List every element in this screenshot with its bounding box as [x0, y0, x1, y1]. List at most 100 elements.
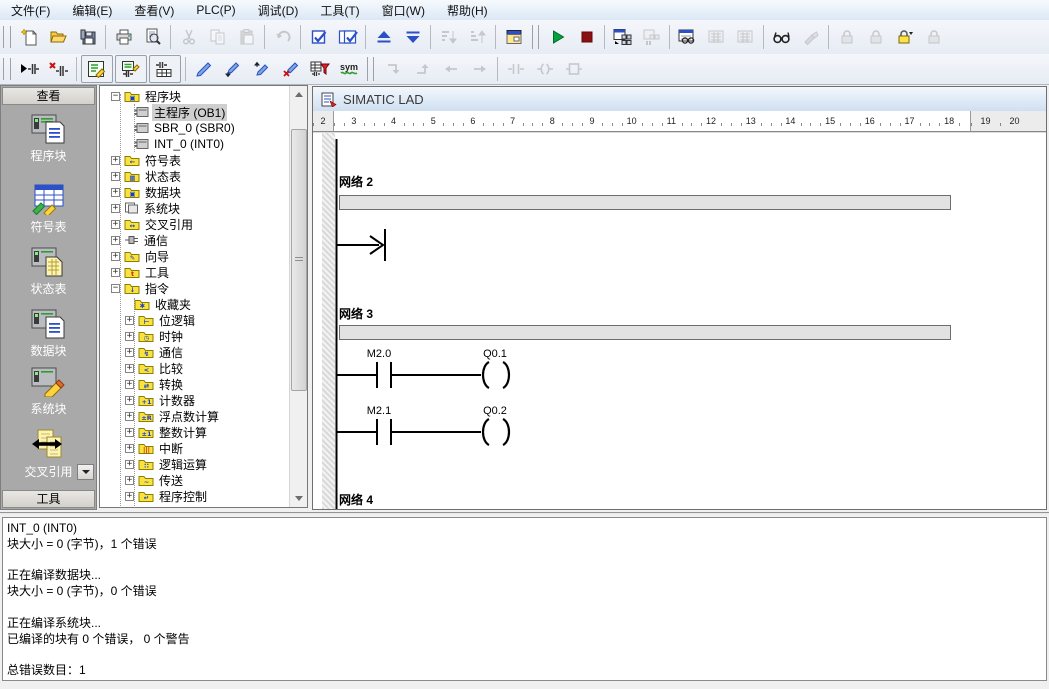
open-project-icon[interactable]: [44, 23, 73, 51]
expand-icon[interactable]: +: [125, 316, 134, 325]
tree-item[interactable]: +↵程序控制: [100, 488, 290, 504]
tree-item[interactable]: −▣程序块: [100, 88, 290, 104]
scroll-down-icon[interactable]: [290, 490, 307, 507]
tree-item[interactable]: +±1整数计算: [100, 424, 290, 440]
tree-scrollbar[interactable]: [289, 86, 307, 507]
run-icon[interactable]: [543, 23, 572, 51]
symbol-filter-icon[interactable]: [305, 55, 334, 83]
tree-item-label[interactable]: INT_0 (INT0): [152, 137, 226, 151]
tree-item-label[interactable]: 指令: [143, 280, 171, 297]
tree-item[interactable]: INT_0 (INT0): [100, 136, 290, 152]
contact-operand-label[interactable]: M2.1: [357, 405, 401, 417]
scroll-up-icon[interactable]: [290, 86, 307, 103]
tree-item-label[interactable]: 程序控制: [157, 488, 209, 505]
tree-item[interactable]: +↔交叉引用: [100, 216, 290, 232]
tree-item[interactable]: + 通信: [100, 232, 290, 248]
tree-item[interactable]: +<比较: [100, 360, 290, 376]
expand-icon[interactable]: +: [125, 444, 134, 453]
tools-bar-button[interactable]: 工具: [2, 490, 95, 508]
sidebar-item-program-block[interactable]: 程序块: [1, 110, 96, 164]
expand-icon[interactable]: +: [111, 220, 120, 229]
view-bar-button[interactable]: 查看: [2, 87, 95, 105]
toggle-symbolic-addressing-icon[interactable]: sym: [334, 55, 363, 83]
contact-operand-label[interactable]: M2.0: [357, 348, 401, 360]
expand-icon[interactable]: +: [125, 332, 134, 341]
sidebar-item-symbol-table[interactable]: 符号表: [1, 181, 96, 235]
toggle-network-comments-icon[interactable]: [115, 55, 147, 83]
tree-item[interactable]: −↓指令: [100, 280, 290, 296]
tree-item-label[interactable]: SBR_0 (SBR0): [152, 121, 237, 135]
tree-item-label[interactable]: 转换: [157, 376, 185, 393]
cross-reference-dropdown-icon[interactable]: [77, 464, 94, 480]
toggle-pou-comments-icon[interactable]: [81, 55, 113, 83]
menu-item-view[interactable]: 查看(V): [123, 0, 185, 20]
menu-item-file[interactable]: 文件(F): [0, 0, 61, 20]
compile-all-icon[interactable]: [333, 23, 362, 51]
sidebar-item-system-block[interactable]: 系统块: [1, 363, 96, 417]
program-status-icon[interactable]: [608, 23, 637, 51]
sidebar-item-data-block[interactable]: 数据块: [1, 305, 96, 359]
tree-item[interactable]: +▣数据块: [100, 184, 290, 200]
expand-icon[interactable]: +: [111, 188, 120, 197]
expand-icon[interactable]: +: [111, 236, 120, 245]
tree-item[interactable]: +∷逻辑运算: [100, 456, 290, 472]
tree-item-label[interactable]: 传送: [157, 472, 185, 489]
tree-item[interactable]: + 系统块: [100, 200, 290, 216]
tree-item[interactable]: +⇄转换: [100, 376, 290, 392]
previous-bookmark-icon[interactable]: [247, 55, 276, 83]
collapse-icon[interactable]: −: [111, 284, 120, 293]
print-preview-icon[interactable]: [138, 23, 167, 51]
menu-item-help[interactable]: 帮助(H): [436, 0, 499, 20]
tree-item-label[interactable]: 系统块: [142, 200, 182, 217]
tree-item[interactable]: ✱收藏夹: [100, 296, 290, 312]
insert-network-icon[interactable]: [15, 55, 44, 83]
coil-symbol-q02[interactable]: [483, 419, 509, 445]
collapse-icon[interactable]: −: [111, 92, 120, 101]
toolbar-grip[interactable]: [3, 58, 11, 80]
expand-icon[interactable]: +: [125, 364, 134, 373]
tree-item-label[interactable]: 工具: [143, 264, 171, 281]
tree-item-label[interactable]: 中断: [157, 440, 185, 457]
tree-item[interactable]: +⊢位逻辑: [100, 312, 290, 328]
toggle-bookmark-icon[interactable]: [189, 55, 218, 83]
tree-item-label[interactable]: 收藏夹: [153, 296, 193, 313]
monitor-glasses-icon[interactable]: [767, 23, 796, 51]
expand-icon[interactable]: +: [111, 172, 120, 181]
next-bookmark-icon[interactable]: [218, 55, 247, 83]
compile-icon[interactable]: [304, 23, 333, 51]
expand-icon[interactable]: +: [125, 380, 134, 389]
tree-item-label[interactable]: 逻辑运算: [157, 456, 209, 473]
tree-item-label[interactable]: 主程序 (OB1): [152, 104, 227, 121]
tree-item[interactable]: ++1计数器: [100, 392, 290, 408]
delete-network-icon[interactable]: [44, 55, 73, 83]
tree-item[interactable]: +▦状态表: [100, 168, 290, 184]
tree-item[interactable]: +: [100, 504, 290, 507]
ladder-editor-canvas[interactable]: 网络 2 网络 3 M2.0 Q0.1 M2.1 Q0.2 网络 4: [313, 133, 1046, 509]
coil-operand-label[interactable]: Q0.2: [473, 405, 517, 417]
tree-item[interactable]: +◷时钟: [100, 328, 290, 344]
tree-item[interactable]: +←符号表: [100, 152, 290, 168]
tree-item-label[interactable]: 状态表: [143, 168, 183, 185]
lad-title-bar[interactable]: SIMATIC LAD: [313, 87, 1046, 112]
coil-operand-label[interactable]: Q0.1: [473, 348, 517, 360]
tree-item-label[interactable]: 通信: [142, 232, 170, 249]
tree-item[interactable]: +|||中断: [100, 440, 290, 456]
expand-icon[interactable]: +: [125, 428, 134, 437]
download-icon[interactable]: [398, 23, 427, 51]
open-branch-arrow[interactable]: [336, 229, 385, 261]
expand-icon[interactable]: +: [111, 252, 120, 261]
tree-item-label[interactable]: 浮点数计算: [157, 408, 221, 425]
expand-icon[interactable]: +: [125, 476, 134, 485]
expand-icon[interactable]: +: [111, 204, 120, 213]
sidebar-item-status-chart[interactable]: 状态表: [1, 243, 96, 297]
menu-item-window[interactable]: 窗口(W): [371, 0, 436, 20]
tree-item-label[interactable]: 时钟: [157, 328, 185, 345]
menu-item-plc[interactable]: PLC(P): [185, 0, 246, 20]
contact-symbol-m21[interactable]: [336, 419, 481, 445]
upload-icon[interactable]: [369, 23, 398, 51]
tree-item[interactable]: +±R浮点数计算: [100, 408, 290, 424]
menu-item-edit[interactable]: 编辑(E): [61, 0, 123, 20]
coil-symbol-q01[interactable]: [483, 362, 509, 388]
tree-item[interactable]: 主程序 (OB1): [100, 104, 290, 120]
chart-status-icon[interactable]: [673, 23, 702, 51]
